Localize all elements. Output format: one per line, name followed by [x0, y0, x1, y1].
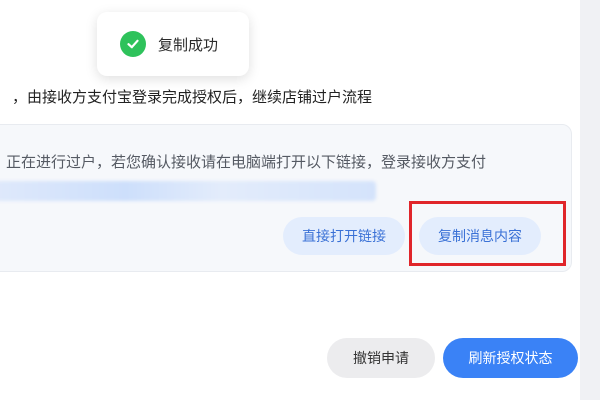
open-link-button[interactable]: 直接打开链接: [283, 217, 405, 255]
transfer-dialog: 复制成功 ，由接收方支付宝登录完成授权后，继续店铺过户流程 正在进行过户，若您确…: [0, 0, 580, 400]
refresh-auth-status-button[interactable]: 刷新授权状态: [443, 338, 578, 378]
message-text: 正在进行过户，若您确认接收请在电脑端打开以下链接，登录接收方支付: [6, 153, 487, 171]
instruction-text: ，由接收方支付宝登录完成授权后，继续店铺过户流程: [12, 88, 373, 106]
highlight-annotation: [409, 201, 566, 266]
check-circle-icon: [120, 31, 146, 57]
blurred-link: [0, 181, 376, 201]
backdrop: [580, 0, 600, 400]
toast-text: 复制成功: [158, 35, 219, 54]
cancel-request-button[interactable]: 撤销申请: [327, 338, 435, 378]
success-toast: 复制成功: [97, 12, 249, 76]
